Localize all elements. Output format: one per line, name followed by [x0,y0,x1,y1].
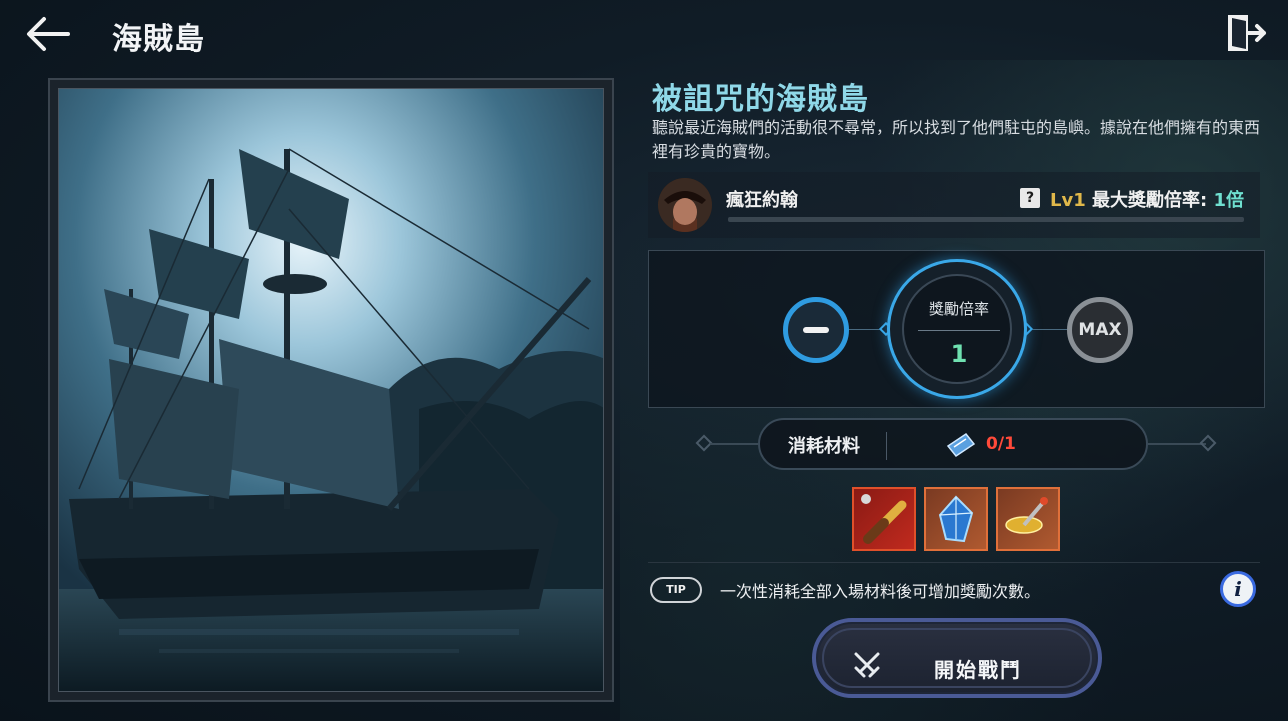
exit-button[interactable] [1224,12,1268,54]
material-right-line [1148,443,1206,445]
max-mult-label: 最大獎勵倍率: [1092,190,1208,211]
multiplier-panel: 獎勵倍率 1 MAX [648,250,1265,408]
start-button-inner: 開始戰鬥 [822,628,1092,688]
tip-badge: TIP [650,577,702,603]
multiplier-display: 獎勵倍率 1 [887,259,1027,399]
pirate-ship-illustration [59,89,603,691]
info-icon[interactable]: i [1220,571,1256,607]
stage-image [58,88,604,692]
help-icon[interactable]: ? [1020,188,1040,208]
decrease-button[interactable] [783,297,849,363]
start-battle-button[interactable]: 開始戰鬥 [812,618,1102,698]
arrow-left-icon [27,17,70,51]
stage-description: 聽說最近海賊們的活動很不尋常，所以找到了他們駐屯的島嶼。據說在他們擁有的東西裡有… [652,118,1261,161]
minus-icon [803,327,829,333]
material-box: 消耗材料 0/1 [758,418,1148,470]
multiplier-value: 1 [950,340,968,368]
boss-progress-bar [728,217,1244,222]
boss-avatar [658,178,712,232]
material-right-ornament [1199,434,1217,452]
multiplier-divider [918,330,1000,331]
boss-row: 瘋狂約翰 ? Lv1 最大獎勵倍率: 1倍 [648,172,1260,238]
spyglass-icon [861,494,907,544]
spinner-icon [1005,497,1048,534]
stage-image-frame [48,78,614,702]
max-button[interactable]: MAX [1067,297,1133,363]
material-row: 消耗材料 0/1 [695,418,1218,470]
back-button[interactable] [24,14,72,54]
spyglass-item[interactable] [852,487,916,551]
tip-row: TIP 一次性消耗全部入場材料後可增加獎勵次數。 i [648,562,1260,614]
multiplier-inner: 獎勵倍率 1 [902,274,1012,384]
exit-door-icon [1228,15,1266,51]
tip-text: 一次性消耗全部入場材料後可增加獎勵次數。 [720,582,1041,601]
material-count: 0/1 [986,434,1016,454]
max-mult-value: 1倍 [1213,190,1245,211]
material-separator [886,432,887,460]
stage-title: 被詛咒的海賊島 [652,82,869,117]
reward-items [852,487,1060,553]
material-label: 消耗材料 [788,436,860,457]
golden-spinner-item[interactable] [996,487,1060,551]
boss-level-info: Lv1 最大獎勵倍率: 1倍 [1050,186,1244,212]
start-battle-label: 開始戰鬥 [934,658,1022,682]
multiplier-label: 獎勵倍率 [928,300,989,318]
boss-level: Lv1 [1050,190,1086,211]
crystal-icon [938,495,974,543]
boss-name: 瘋狂約翰 [726,190,798,211]
material-left-line [710,443,758,445]
crossed-swords-icon [854,652,880,678]
page-title: 海賊島 [112,22,205,57]
ticket-icon [946,432,976,458]
blue-crystal-item[interactable] [924,487,988,551]
